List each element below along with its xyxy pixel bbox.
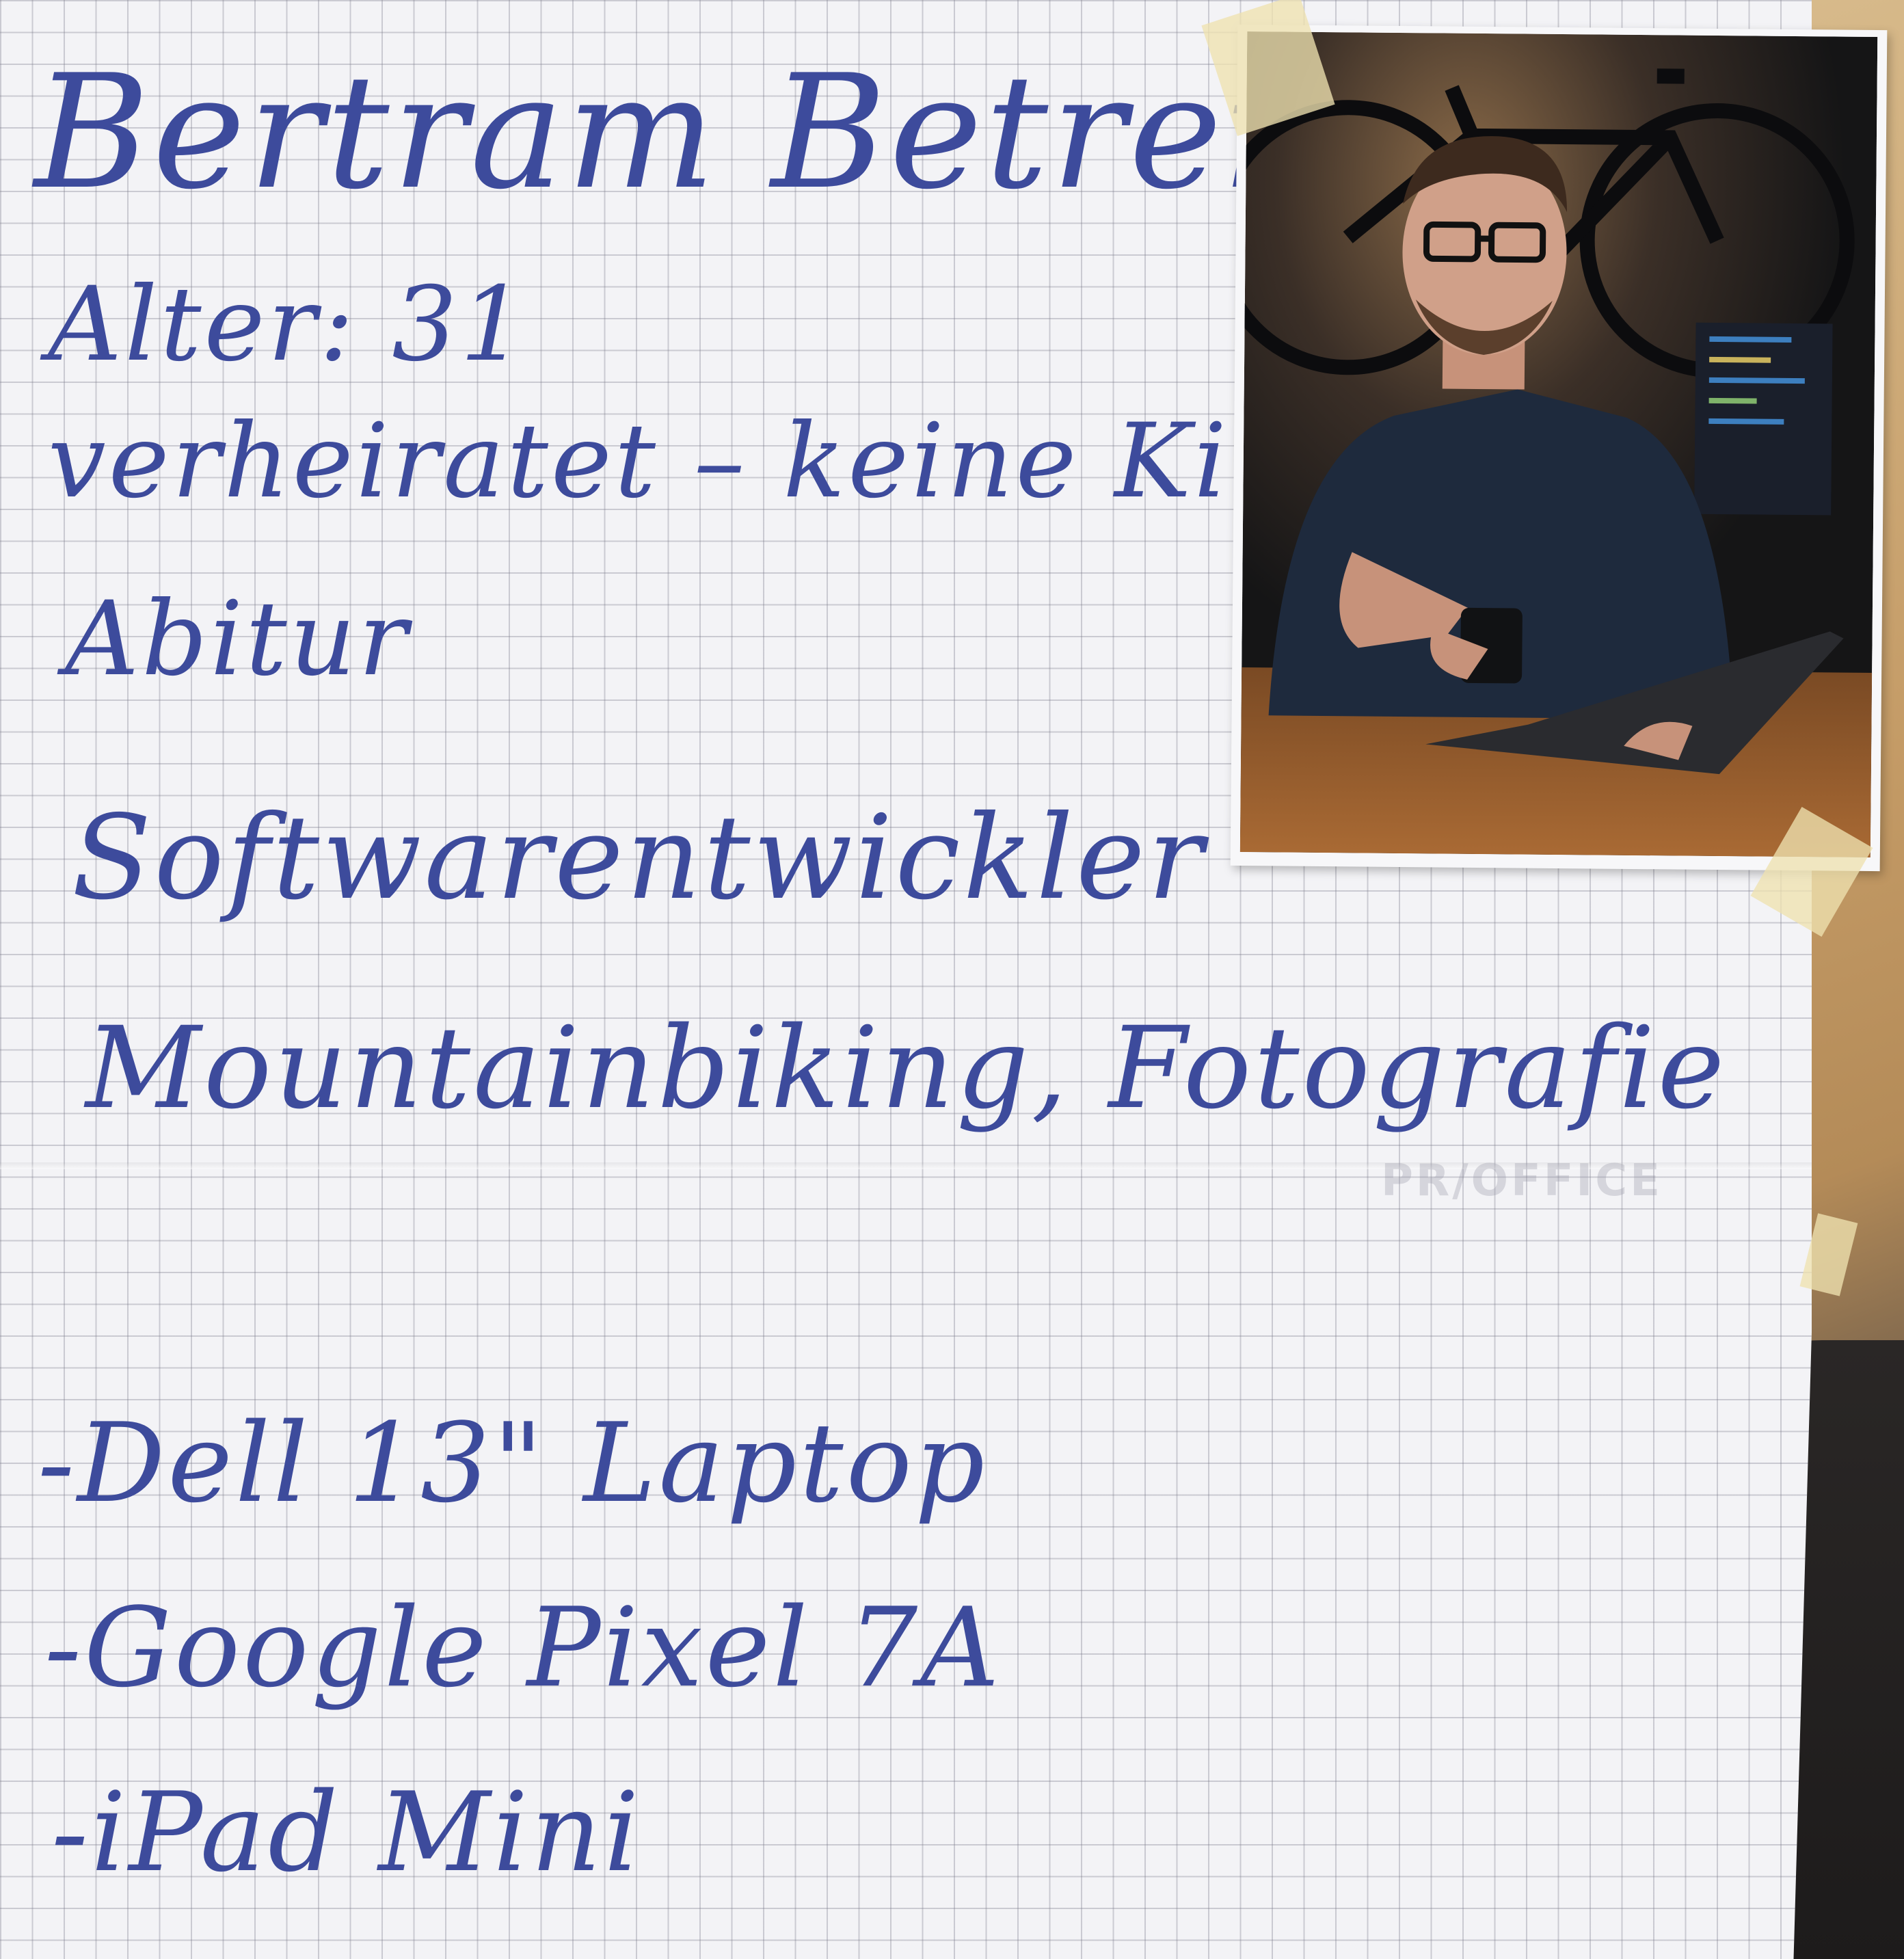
device-item: -Google Pixel 7A xyxy=(44,1584,1002,1711)
paper-brand-watermark: PR/OFFICE xyxy=(1381,1156,1663,1206)
device-item: -Dell 13" Laptop xyxy=(38,1399,988,1527)
persona-photo xyxy=(1230,24,1888,872)
persona-hobbies: Mountainbiking, Fotografie xyxy=(85,1002,1728,1134)
persona-education: Abitur xyxy=(65,580,410,699)
portrait-photo-image xyxy=(1239,31,1878,858)
monitor-glow xyxy=(1694,322,1833,516)
persona-age: Alter: 31 xyxy=(48,265,528,384)
persona-job: Softwarentwickler xyxy=(72,790,1206,926)
device-item: -iPad Mini xyxy=(51,1768,642,1896)
